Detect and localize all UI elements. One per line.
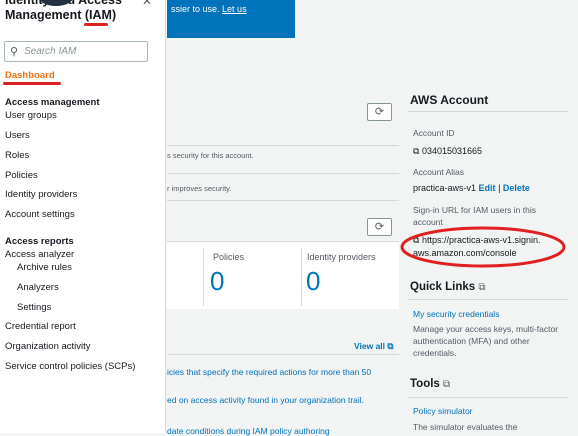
tools-title: Tools ⧉ [410,378,450,390]
quick-links-label: Quick Links [410,281,476,293]
tools-label: Tools [410,378,440,390]
account-id-label: Account ID [413,128,455,138]
search-input[interactable]: ⚲ Search IAM [4,41,148,62]
divider [408,299,568,300]
title-line-2: Management (IAM) [5,8,117,22]
edit-alias-link[interactable]: Edit [479,183,496,193]
close-icon[interactable]: ✕ [142,0,152,8]
policy-simulator-link[interactable]: Policy simulator [413,406,473,416]
quick-links-description: Manage your access keys, multi-factor au… [413,324,559,358]
my-security-credentials-link[interactable]: My security credentials [413,309,499,319]
refresh-button-2[interactable]: ⟳ [367,218,392,236]
refresh-button[interactable]: ⟳ [367,103,392,121]
sidebar-item-user-groups[interactable]: User groups [5,110,57,121]
metric-value-policies[interactable]: 0 [210,266,224,297]
sidebar-item-dashboard[interactable]: Dashboard [5,70,55,81]
external-link-icon: ⧉ [478,282,486,293]
recommendation-link-2[interactable]: ed on access activity found in your orga… [167,395,364,405]
annotation-circle [400,226,566,268]
quick-links-title: Quick Links ⧉ [410,281,486,293]
divider [408,397,568,398]
page-title: Identity and Access Management (IAM) [5,0,155,23]
search-placeholder: Search IAM [24,46,77,57]
account-alias: practica-aws-v1 [413,183,477,193]
sidebar-item-credential-report[interactable]: Credential report [5,321,76,332]
metric-label-identity-providers: Identity providers [307,252,376,262]
sidebar-item-scps[interactable]: Service control policies (SCPs) [5,361,135,372]
account-alias-label: Account Alias [413,167,465,177]
security-text: s security for this account. [167,151,254,160]
divider [203,248,204,306]
sidebar-item-account-settings[interactable]: Account settings [5,209,75,220]
tools-description: The simulator evaluates the [413,422,518,432]
view-all-link[interactable]: View all ⧉ [354,341,393,352]
info-banner: ssier to use. Let us [167,0,295,38]
external-link-icon: ⧉ [387,341,394,351]
divider [408,111,568,112]
sidebar-item-organization-activity[interactable]: Organization activity [5,341,91,352]
copy-icon[interactable]: ⧉ [413,146,419,156]
sidebar-item-identity-providers[interactable]: Identity providers [5,189,77,200]
recommendation-link-3[interactable]: date conditions during IAM policy author… [167,426,330,436]
sidebar-section-access-management: Access management [5,97,100,108]
sidebar-section-access-reports: Access reports [5,236,74,247]
sidebar-item-settings[interactable]: Settings [17,302,51,313]
aws-account-title: AWS Account [410,93,489,107]
annotation-underline-dashboard [3,82,61,85]
divider [167,200,399,201]
account-id: 034015031665 [421,146,483,156]
sidebar-item-users[interactable]: Users [5,130,30,141]
security-text-2: r improves security. [167,184,232,193]
recommendation-link-1[interactable]: icies that specify the required actions … [167,367,371,377]
sidebar: Identity and Access Management (IAM) ✕ ⚲… [0,0,166,433]
banner-text: ssier to use. [171,4,220,14]
title-line-1: Identity and Access [5,0,122,7]
account-alias-row: practica-aws-v1 Edit | Delete [413,183,530,193]
sidebar-item-roles[interactable]: Roles [5,150,29,161]
sidebar-item-analyzers[interactable]: Analyzers [17,282,59,293]
sidebar-item-archive-rules[interactable]: Archive rules [17,262,72,273]
divider [167,145,399,146]
divider [167,354,399,355]
metric-value-identity-providers[interactable]: 0 [306,266,320,297]
divider [167,173,399,174]
search-icon: ⚲ [10,46,19,58]
divider [301,248,302,306]
delete-alias-link[interactable]: Delete [503,183,530,193]
view-all-label: View all [354,341,386,351]
sidebar-item-access-analyzer[interactable]: Access analyzer [5,249,74,260]
separator: | [498,183,501,193]
external-link-icon: ⧉ [443,379,451,390]
metric-label-policies: Policies [213,252,245,262]
account-id-value: ⧉ 034015031665 [413,146,482,157]
annotation-underline-iam [84,23,108,26]
resources-card: Policies 0 Identity providers 0 [167,241,399,309]
sidebar-item-policies[interactable]: Policies [5,170,38,181]
banner-link[interactable]: Let us [222,4,247,14]
